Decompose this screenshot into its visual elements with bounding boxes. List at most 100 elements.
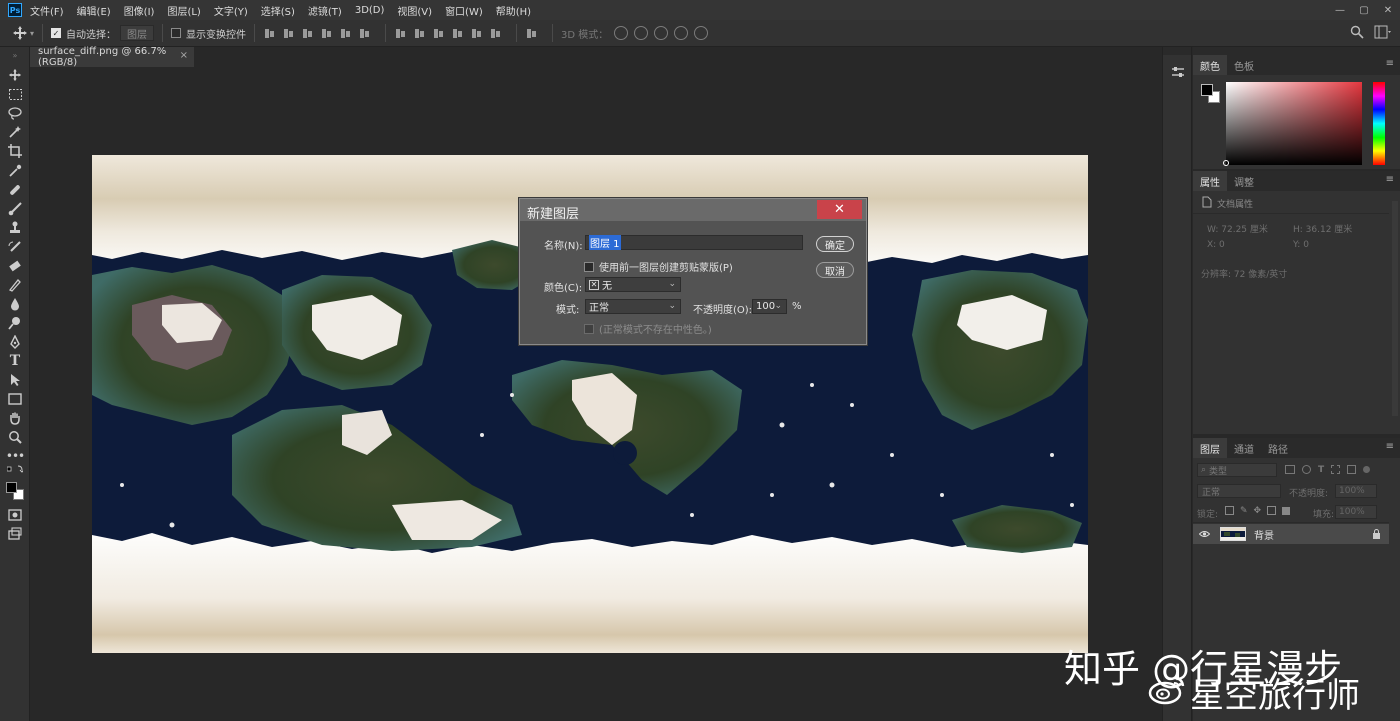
ok-button[interactable]: 确定 xyxy=(816,236,854,252)
lock-pixels-icon[interactable]: ✎ xyxy=(1240,506,1248,516)
menu-type[interactable]: 文字(Y) xyxy=(214,3,248,18)
quick-mask-icon[interactable] xyxy=(7,507,23,523)
crop-tool-icon[interactable] xyxy=(7,143,23,159)
foreground-color-swatch[interactable] xyxy=(6,482,17,493)
mode-select[interactable]: 正常 ⌄ xyxy=(585,299,681,314)
menu-3d[interactable]: 3D(D) xyxy=(355,5,385,16)
distribute-hcenter-icon[interactable] xyxy=(470,27,483,40)
dialog-close-button[interactable]: ✕ xyxy=(817,200,862,219)
filter-shape-icon[interactable] xyxy=(1331,465,1341,474)
layer-row[interactable]: 背景 xyxy=(1193,524,1389,544)
search-icon[interactable] xyxy=(1350,25,1364,39)
distribute-vcenter-icon[interactable] xyxy=(413,27,426,40)
blend-mode-select[interactable]: 正常 xyxy=(1197,484,1281,498)
tab-adjustments[interactable]: 调整 xyxy=(1227,171,1261,191)
swap-colors-icon[interactable] xyxy=(7,465,23,475)
canvas-area[interactable] xyxy=(30,67,1162,721)
menu-edit[interactable]: 编辑(E) xyxy=(77,3,111,18)
align-left-icon[interactable] xyxy=(320,27,333,40)
rectangle-tool-icon[interactable] xyxy=(7,391,23,407)
tab-paths[interactable]: 路径 xyxy=(1261,438,1295,458)
type-tool-icon[interactable]: T xyxy=(7,353,23,369)
menu-window[interactable]: 窗口(W) xyxy=(445,3,483,18)
filter-pixel-icon[interactable] xyxy=(1285,465,1295,474)
auto-select-target-dropdown[interactable]: 图层 xyxy=(120,25,155,41)
align-hcenter-icon[interactable] xyxy=(339,27,352,40)
clip-mask-checkbox[interactable] xyxy=(584,261,594,272)
cancel-button[interactable]: 取消 xyxy=(816,262,854,278)
path-selection-tool-icon[interactable] xyxy=(7,372,23,388)
properties-panel-icon[interactable] xyxy=(1171,65,1185,79)
brush-tool-icon[interactable] xyxy=(7,201,23,217)
distribute-left-icon[interactable] xyxy=(451,27,464,40)
maximize-button[interactable]: ▢ xyxy=(1352,0,1376,20)
auto-align-icon[interactable] xyxy=(525,27,538,40)
clone-stamp-tool-icon[interactable] xyxy=(7,220,23,236)
close-window-button[interactable]: ✕ xyxy=(1376,0,1400,20)
move-tool-icon[interactable] xyxy=(7,67,23,83)
align-right-icon[interactable] xyxy=(358,27,371,40)
color-swatches[interactable] xyxy=(4,480,26,502)
distribute-right-icon[interactable] xyxy=(489,27,502,40)
dialog-title-bar[interactable]: 新建图层 ✕ xyxy=(520,199,866,222)
magic-wand-tool-icon[interactable] xyxy=(7,124,23,140)
slide-3d-icon[interactable] xyxy=(674,26,689,40)
tab-channels[interactable]: 通道 xyxy=(1227,438,1261,458)
tab-color[interactable]: 颜色 xyxy=(1193,55,1227,75)
layer-filter-select[interactable]: ⌕ 类型 xyxy=(1197,463,1277,477)
lock-all-icon[interactable] xyxy=(1282,507,1291,515)
auto-select-checkbox[interactable]: ✓ xyxy=(51,28,62,38)
tab-properties[interactable]: 属性 xyxy=(1193,171,1227,191)
lasso-tool-icon[interactable] xyxy=(7,105,23,121)
document-tab[interactable]: surface_diff.png @ 66.7%(RGB/8) × xyxy=(30,46,194,68)
hue-slider[interactable] xyxy=(1373,82,1385,165)
more-tools-icon[interactable]: ••• xyxy=(6,448,25,464)
menu-help[interactable]: 帮助(H) xyxy=(496,3,531,18)
align-top-icon[interactable] xyxy=(263,27,276,40)
panel-menu-icon[interactable]: ≡ xyxy=(1386,174,1394,185)
blur-tool-icon[interactable] xyxy=(7,296,23,312)
color-select[interactable]: ✕ 无 ⌄ xyxy=(585,277,681,292)
close-tab-icon[interactable]: × xyxy=(180,50,188,61)
gradient-tool-icon[interactable] xyxy=(7,277,23,293)
layer-name-input[interactable]: 图层 1 xyxy=(585,235,803,250)
foreground-color-swatch[interactable] xyxy=(1201,84,1213,96)
camera-3d-icon[interactable] xyxy=(694,26,709,40)
panel-menu-icon[interactable]: ≡ xyxy=(1386,441,1394,452)
filter-smart-object-icon[interactable] xyxy=(1347,465,1357,474)
panel-menu-icon[interactable]: ≡ xyxy=(1386,58,1394,69)
tab-layers[interactable]: 图层 xyxy=(1193,438,1227,458)
clip-mask-option[interactable]: 使用前一图层创建剪贴蒙版(P) xyxy=(584,259,733,274)
fill-input[interactable]: 100% xyxy=(1335,505,1377,519)
lock-transparent-icon[interactable] xyxy=(1225,506,1234,515)
menu-layer[interactable]: 图层(L) xyxy=(167,3,200,18)
eraser-tool-icon[interactable] xyxy=(7,258,23,274)
workspace-icon[interactable] xyxy=(1374,25,1392,39)
lock-artboard-icon[interactable] xyxy=(1267,506,1277,515)
history-brush-tool-icon[interactable] xyxy=(7,239,23,255)
move-tool-preset[interactable]: ▾ xyxy=(12,25,34,41)
align-bottom-icon[interactable] xyxy=(301,27,314,40)
healing-brush-tool-icon[interactable] xyxy=(7,182,23,198)
menu-image[interactable]: 图像(I) xyxy=(124,3,155,18)
menu-select[interactable]: 选择(S) xyxy=(261,3,295,18)
pen-tool-icon[interactable] xyxy=(7,334,23,350)
marquee-tool-icon[interactable] xyxy=(7,86,23,102)
filter-toggle-icon[interactable] xyxy=(1363,466,1371,473)
drag-3d-icon[interactable] xyxy=(654,26,669,40)
tab-swatches[interactable]: 色板 xyxy=(1227,55,1261,75)
collapse-icon[interactable]: » xyxy=(7,51,23,60)
align-vcenter-icon[interactable] xyxy=(282,27,295,40)
rotate-3d-icon[interactable] xyxy=(614,26,629,40)
hand-tool-icon[interactable] xyxy=(7,410,23,426)
zoom-tool-icon[interactable] xyxy=(7,429,23,445)
dodge-tool-icon[interactable] xyxy=(7,315,23,331)
show-transform-checkbox[interactable] xyxy=(171,28,182,38)
minimize-button[interactable]: — xyxy=(1328,0,1352,20)
layer-opacity-input[interactable]: 100% xyxy=(1335,484,1377,498)
filter-type-icon[interactable]: T xyxy=(1318,465,1324,475)
roll-3d-icon[interactable] xyxy=(634,26,649,40)
menu-file[interactable]: 文件(F) xyxy=(30,3,64,18)
distribute-top-icon[interactable] xyxy=(394,27,407,40)
properties-scrollbar[interactable] xyxy=(1392,201,1398,416)
